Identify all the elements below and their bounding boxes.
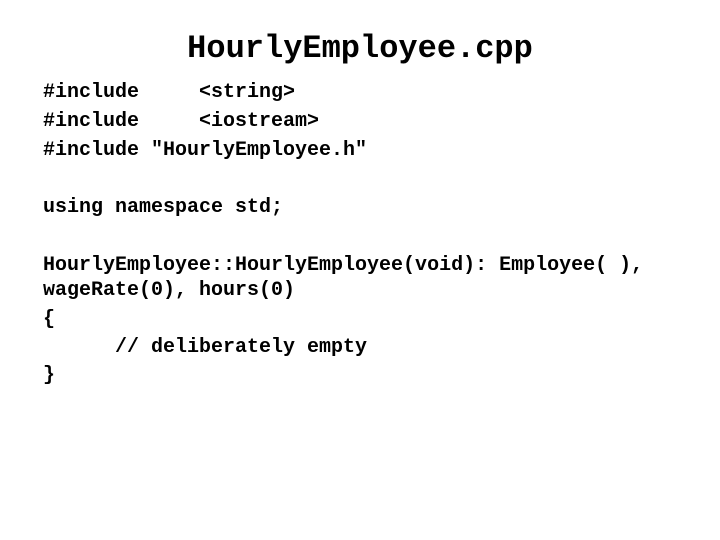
code-line-include-iostream: #include <iostream> [43, 110, 320, 133]
slide-title: HourlyEmployee.cpp [187, 30, 533, 67]
code-line-using-namespace: using namespace std; [43, 196, 284, 219]
code-line-open-brace: { [43, 308, 56, 331]
code-line-comment: // deliberately empty [43, 336, 368, 359]
code-line-initializer-list: wageRate(0), hours(0) [43, 279, 296, 302]
code-line-include-header: #include "HourlyEmployee.h" [43, 139, 368, 162]
code-line-include-string: #include <string> [43, 81, 296, 104]
code-line-constructor-signature: HourlyEmployee::HourlyEmployee(void): Em… [43, 254, 644, 277]
code-line-close-brace: } [43, 364, 56, 387]
